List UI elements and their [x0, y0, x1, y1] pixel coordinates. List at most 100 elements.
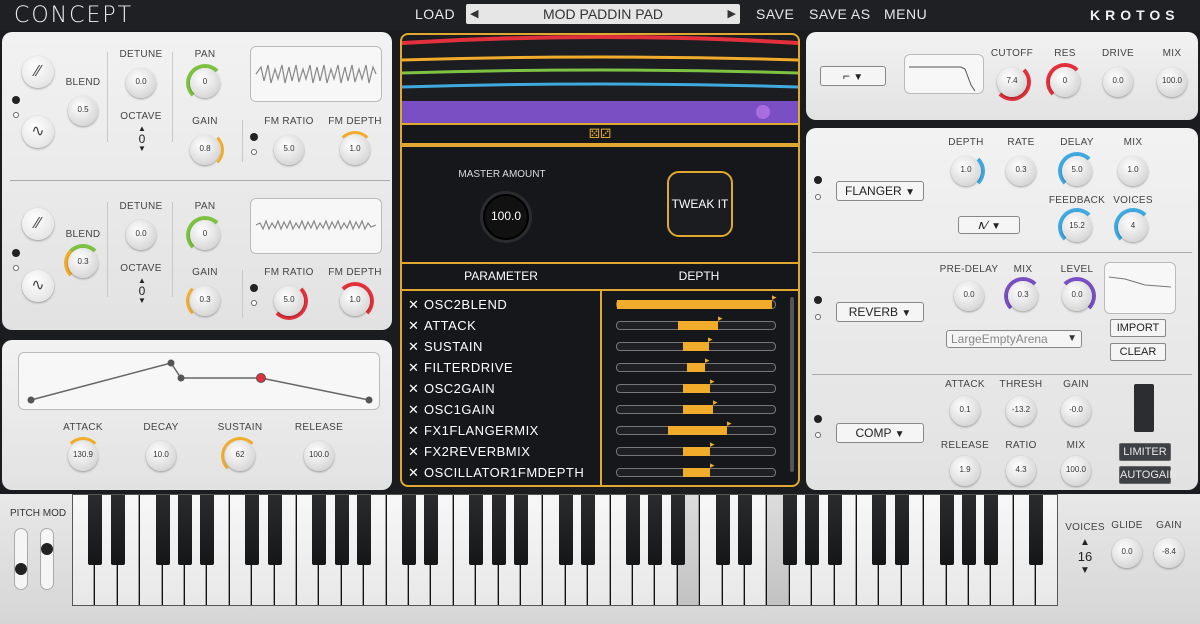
black-key[interactable]: [581, 495, 596, 565]
pitch-wheel[interactable]: [14, 528, 28, 590]
res-knob[interactable]: 0: [1050, 67, 1080, 97]
fx3-release-knob[interactable]: 1.9: [950, 456, 980, 486]
black-key[interactable]: [738, 495, 752, 565]
master-gain-knob[interactable]: -8.4: [1154, 538, 1184, 568]
tweak-it-button[interactable]: TWEAK IT: [667, 171, 733, 237]
fx1-feedback-knob[interactable]: 15.2: [1062, 212, 1092, 242]
osc2-gain-knob[interactable]: 0.3: [190, 286, 220, 316]
depth-slider[interactable]: ▸: [616, 460, 776, 477]
autogain-button[interactable]: AUTOGAIN: [1119, 466, 1177, 484]
save-button[interactable]: SAVE: [756, 6, 794, 22]
osc2-fm-depth-knob[interactable]: 1.0: [340, 286, 370, 316]
fm2-select-off[interactable]: [251, 300, 257, 306]
black-key[interactable]: [558, 495, 573, 565]
fx2-select-off[interactable]: [815, 314, 821, 320]
attack-knob[interactable]: 130.9: [68, 441, 98, 471]
black-key[interactable]: [648, 495, 663, 565]
fx2-predelay-knob[interactable]: 0.0: [954, 281, 984, 311]
fx3-select-on[interactable]: [814, 415, 822, 423]
save-as-button[interactable]: SAVE AS: [809, 6, 871, 22]
cutoff-knob[interactable]: 7.4: [997, 67, 1027, 97]
black-key[interactable]: [805, 495, 820, 565]
remove-param-icon[interactable]: ✕: [408, 399, 424, 420]
black-key[interactable]: [312, 495, 327, 565]
glide-knob[interactable]: 0.0: [1112, 538, 1142, 568]
envelope-display[interactable]: [18, 352, 380, 410]
black-key[interactable]: [514, 495, 528, 565]
depth-slider[interactable]: ▸: [616, 313, 776, 330]
black-key[interactable]: [88, 495, 103, 565]
fx2-ir-dropdown[interactable]: LargeEmptyArena ▼: [946, 330, 1082, 348]
fx1-rate-knob[interactable]: 0.3: [1006, 156, 1036, 186]
fx3-attack-knob[interactable]: 0.1: [950, 396, 980, 426]
filter-type-dropdown[interactable]: ⌐ ▼: [820, 66, 886, 86]
dice-icon[interactable]: ⚄⚂: [589, 126, 612, 141]
osc1-select-off[interactable]: [13, 112, 19, 118]
mod-wheel-thumb[interactable]: [41, 543, 53, 555]
remove-param-icon[interactable]: ✕: [408, 441, 424, 462]
black-key[interactable]: [715, 495, 730, 565]
depth-slider[interactable]: ▸: [616, 292, 777, 309]
osc1-detune-knob[interactable]: 0.0: [126, 68, 156, 98]
depth-marker-icon[interactable]: ▸: [710, 376, 715, 387]
osc1-fm-depth-knob[interactable]: 1.0: [340, 135, 370, 165]
pitch-wheel-thumb[interactable]: [15, 563, 27, 575]
voices-stepper[interactable]: ▲ 16 ▼: [1075, 536, 1095, 578]
black-key[interactable]: [962, 495, 976, 565]
fx3-mix-knob[interactable]: 100.0: [1061, 456, 1091, 486]
depth-marker-icon[interactable]: ▸: [772, 292, 777, 303]
fx1-mix-knob[interactable]: 1.0: [1118, 156, 1148, 186]
octave-down-icon[interactable]: ▼: [132, 296, 152, 306]
black-key[interactable]: [939, 495, 954, 565]
menu-button[interactable]: MENU: [884, 6, 927, 22]
black-key[interactable]: [626, 495, 640, 565]
depth-slider[interactable]: ▸: [616, 334, 776, 351]
fx3-type-dropdown[interactable]: COMP ▼: [836, 423, 924, 443]
remove-param-icon[interactable]: ✕: [408, 336, 424, 357]
black-key[interactable]: [827, 495, 842, 565]
octave-down-icon[interactable]: ▼: [132, 144, 152, 154]
load-button[interactable]: LOAD: [415, 6, 455, 22]
filter-mix-knob[interactable]: 100.0: [1157, 67, 1187, 97]
osc1-fm-ratio-knob[interactable]: 5.0: [274, 135, 304, 165]
black-key[interactable]: [1029, 495, 1044, 565]
keyboard[interactable]: [72, 494, 1058, 606]
fx1-depth-knob[interactable]: 1.0: [951, 156, 981, 186]
import-button[interactable]: IMPORT: [1110, 319, 1166, 337]
voices-down-icon[interactable]: ▼: [1075, 564, 1095, 578]
depth-marker-icon[interactable]: ▸: [705, 355, 710, 366]
fx3-ratio-knob[interactable]: 4.3: [1006, 456, 1036, 486]
randomize-bar[interactable]: ⚄⚂: [400, 125, 800, 145]
osc2-octave-stepper[interactable]: ▲ 0 ▼: [132, 276, 152, 306]
depth-slider[interactable]: ▸: [616, 355, 776, 372]
remove-param-icon[interactable]: ✕: [408, 357, 424, 378]
remove-param-icon[interactable]: ✕: [408, 378, 424, 399]
black-key[interactable]: [155, 495, 170, 565]
remove-param-icon[interactable]: ✕: [408, 420, 424, 441]
black-key[interactable]: [267, 495, 282, 565]
fx1-type-dropdown[interactable]: FLANGER ▼: [836, 181, 924, 201]
osc2-blend-knob[interactable]: 0.3: [68, 248, 98, 278]
envelope-curve[interactable]: [19, 353, 379, 409]
mod-wheel[interactable]: [40, 528, 54, 590]
decay-knob[interactable]: 10.0: [146, 441, 176, 471]
osc1-sine-button[interactable]: ∿: [22, 116, 54, 148]
depth-slider[interactable]: ▸: [616, 397, 776, 414]
depth-scrollbar[interactable]: [790, 297, 794, 472]
osc2-detune-knob[interactable]: 0.0: [126, 220, 156, 250]
remove-param-icon[interactable]: ✕: [408, 294, 424, 315]
black-key[interactable]: [245, 495, 260, 565]
osc2-sine-button[interactable]: ∿: [22, 270, 54, 302]
black-key[interactable]: [178, 495, 192, 565]
black-key[interactable]: [469, 495, 484, 565]
black-key[interactable]: [872, 495, 887, 565]
black-key[interactable]: [110, 495, 125, 565]
black-key[interactable]: [670, 495, 685, 565]
fx2-level-knob[interactable]: 0.0: [1062, 281, 1092, 311]
release-knob[interactable]: 100.0: [304, 441, 334, 471]
osc2-select-off[interactable]: [13, 265, 19, 271]
black-key[interactable]: [782, 495, 797, 565]
fx3-thresh-knob[interactable]: -13.2: [1006, 396, 1036, 426]
fm2-select-on[interactable]: [250, 284, 258, 292]
osc2-select-on[interactable]: [12, 249, 20, 257]
